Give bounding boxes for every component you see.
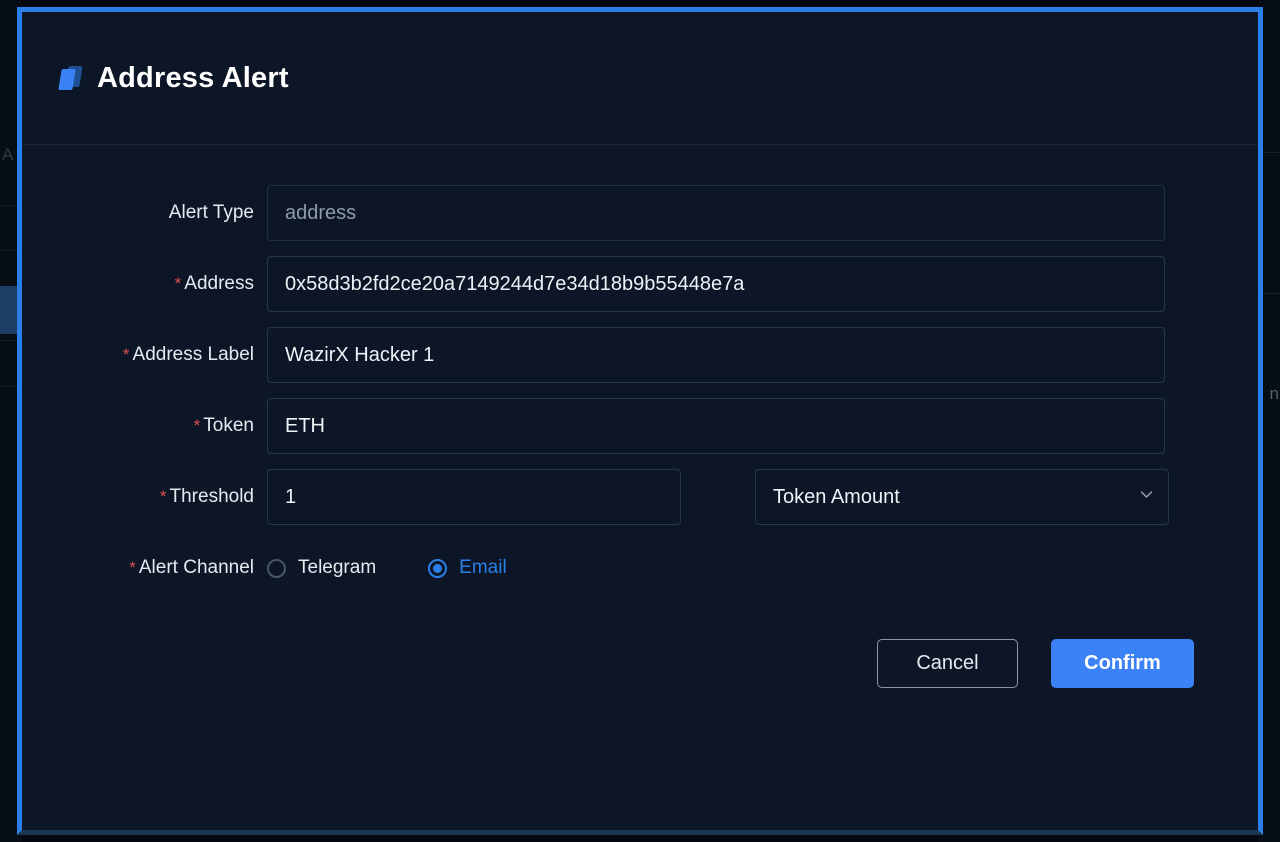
radio-telegram-label: Telegram [298,557,377,578]
form-row-threshold: * Threshold 1 Token Amount [22,469,1258,525]
label-address-label-text: Address Label [132,344,254,365]
form-row-address: * Address 0x58d3b2fd2ce20a7149244d7e34d18… [22,256,1258,312]
radio-email-label: Email [459,557,507,578]
address-label-input[interactable]: WazirX Hacker 1 [267,327,1165,383]
required-marker: * [193,416,201,435]
threshold-input[interactable]: 1 [267,469,681,525]
label-address-label: * Address Label [22,327,267,383]
dialog-footer: Cancel Confirm [22,639,1258,688]
form-row-alert-channel: * Alert Channel Telegram Email [22,540,1258,596]
confirm-button[interactable]: Confirm [1051,639,1194,688]
radio-mark-icon [267,558,286,578]
required-marker: * [122,345,130,364]
required-marker: * [174,274,182,293]
cancel-button[interactable]: Cancel [877,639,1018,688]
required-marker: * [129,558,136,577]
address-alert-dialog: Address Alert Alert Type address * Addres… [17,7,1263,835]
token-input[interactable]: ETH [267,398,1165,454]
label-token-text: Token [203,415,254,436]
dialog-title: Address Alert [97,61,289,94]
label-alert-channel-text: Alert Channel [138,557,254,578]
background-left-text: A [2,145,14,164]
background-right-text: n [1269,384,1279,403]
layers-icon [58,65,85,91]
form-row-token: * Token ETH [22,398,1258,454]
required-marker: * [159,487,167,506]
label-threshold-text: Threshold [169,486,255,507]
address-input[interactable]: 0x58d3b2fd2ce20a7149244d7e34d18b9b55448e… [267,256,1165,312]
label-alert-type: Alert Type [168,202,254,223]
label-alert-channel: * Alert Channel [22,540,267,596]
alert-type-input[interactable]: address [267,185,1165,241]
threshold-unit-select[interactable]: Token Amount [755,469,1169,525]
alert-channel-radio-group: Telegram Email [267,540,559,596]
threshold-unit-value: Token Amount [755,469,1169,525]
form-row-address-label: * Address Label WazirX Hacker 1 [22,327,1258,383]
dialog-body: Alert Type address * Address 0x58d3b2fd2c… [22,145,1258,688]
radio-telegram[interactable]: Telegram [267,557,376,579]
label-address: * Address [22,256,267,312]
label-token: * Token [22,398,267,454]
label-address-text: Address [184,273,254,294]
dialog-header: Address Alert [22,12,1258,145]
label-threshold: * Threshold [22,469,267,525]
radio-email[interactable]: Email [428,557,507,579]
form-row-alert-type: Alert Type address [22,185,1258,241]
radio-mark-selected-icon [428,558,448,578]
